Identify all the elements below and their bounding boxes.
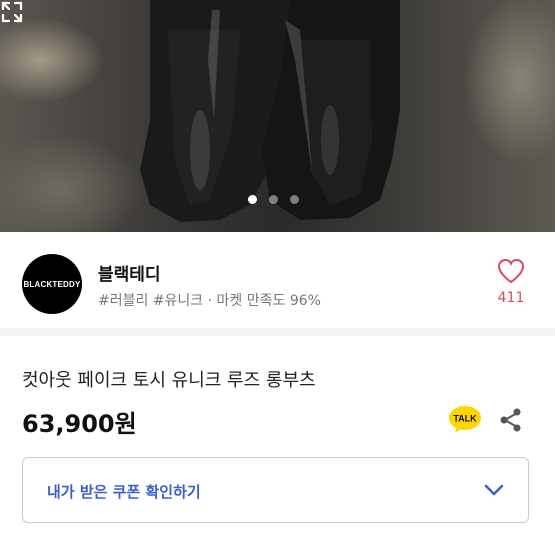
- store-logo[interactable]: BLACKTEDDY: [22, 254, 82, 314]
- heart-icon[interactable]: [497, 258, 525, 284]
- product-title: 컷아웃 페이크 토시 유니크 루즈 롱부츠: [22, 370, 316, 391]
- coupon-label: 내가 받은 쿠폰 확인하기: [47, 483, 201, 501]
- kakao-talk-icon[interactable]: TALK: [448, 405, 482, 435]
- carousel-dots: [248, 195, 299, 204]
- expand-icon[interactable]: [0, 0, 24, 24]
- carousel-dot-3[interactable]: [290, 195, 299, 204]
- store-tags: #러블리 #유니크 · 마켓 만족도 96%: [98, 293, 321, 309]
- store-section: BLACKTEDDY 블랙테디 #러블리 #유니크 · 마켓 만족도 96%: [0, 232, 555, 336]
- product-image-carousel[interactable]: [0, 0, 555, 232]
- carousel-dot-2[interactable]: [269, 195, 278, 204]
- product-price: 63,900원: [22, 410, 137, 438]
- like-count: 411: [497, 290, 525, 306]
- store-name[interactable]: 블랙테디: [98, 260, 161, 285]
- coupon-dropdown[interactable]: 내가 받은 쿠폰 확인하기: [22, 457, 529, 523]
- carousel-dot-1[interactable]: [248, 195, 257, 204]
- share-icon[interactable]: [498, 407, 524, 433]
- svg-text:TALK: TALK: [453, 414, 477, 424]
- chevron-down-icon[interactable]: [483, 482, 505, 498]
